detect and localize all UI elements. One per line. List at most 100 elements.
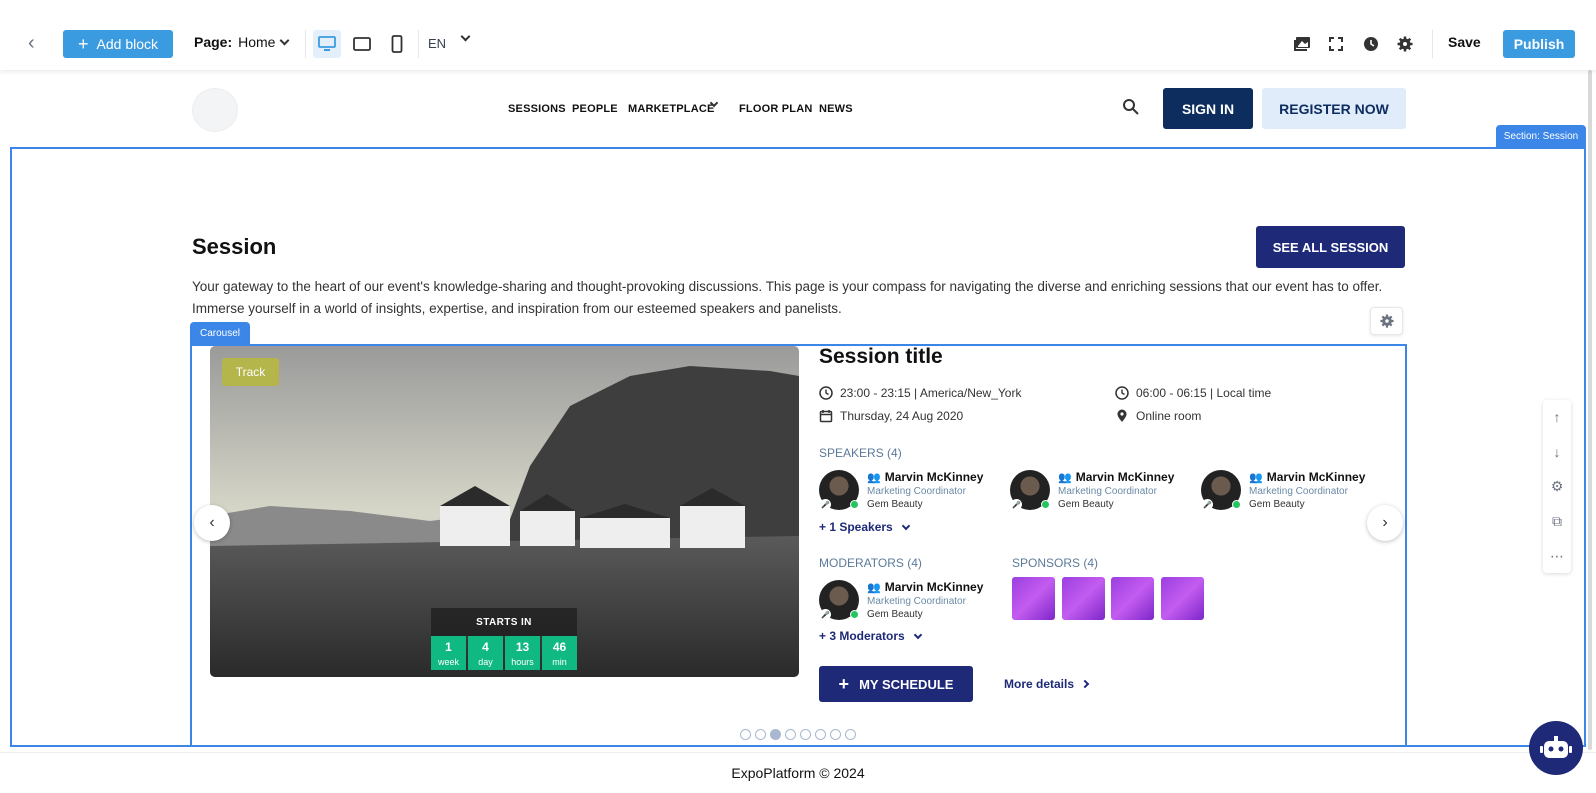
session-title[interactable]: Session title — [819, 345, 943, 369]
mic-icon: 🎤 — [1011, 499, 1022, 510]
move-up-icon[interactable]: ↑ — [1554, 410, 1561, 424]
history-icon[interactable] — [1360, 33, 1382, 55]
nav-item-people[interactable]: PEOPLE — [572, 103, 618, 115]
session-date: Thursday, 24 Aug 2020 — [819, 409, 963, 423]
chatbot-button[interactable] — [1529, 721, 1583, 775]
block-settings-button[interactable] — [1370, 307, 1403, 335]
pagination-dot[interactable] — [740, 729, 751, 740]
session-time-local: 06:00 - 06:15 | Local time — [1115, 386, 1271, 400]
plus-icon: + — [78, 34, 89, 54]
sponsor-logo[interactable] — [1062, 577, 1105, 620]
divider — [305, 30, 306, 58]
chevron-right-icon: › — [1382, 514, 1388, 531]
countdown: STARTS IN 1 week 4 day 13 hours 46 min — [431, 608, 577, 670]
chevron-down-icon[interactable] — [460, 31, 471, 42]
sponsor-logo[interactable] — [1111, 577, 1154, 620]
desktop-icon — [318, 36, 336, 51]
search-icon[interactable] — [1122, 98, 1140, 121]
speaker-card[interactable]: 🎤 👥 Marvin McKinney Marketing Coordinator… — [819, 470, 983, 510]
footer: ExpoPlatform © 2024 — [0, 752, 1596, 792]
avatar: 🎤 — [819, 470, 859, 510]
register-now-button[interactable]: REGISTER NOW — [1262, 88, 1406, 129]
more-moderators-toggle[interactable]: + 3 Moderators — [819, 629, 922, 643]
nav-item-sessions[interactable]: SESSIONS — [508, 103, 566, 115]
save-button[interactable]: Save — [1448, 34, 1481, 50]
people-icon: 👥 — [867, 471, 881, 484]
clock-icon — [1115, 386, 1129, 400]
pagination-dot[interactable] — [785, 729, 796, 740]
speaker-role: Marketing Coordinator — [1058, 486, 1157, 497]
block-side-toolbar: ↑ ↓ ⚙ ⧉ ⋯ — [1543, 400, 1571, 573]
carousel-prev-button[interactable]: ‹ — [194, 505, 230, 541]
language-selector[interactable]: EN — [428, 36, 446, 51]
pagination-dot[interactable] — [830, 729, 841, 740]
track-badge: Track — [222, 358, 279, 386]
speaker-name: Marvin McKinney — [1266, 470, 1366, 484]
location-pin-icon — [1117, 409, 1127, 422]
site-logo[interactable] — [192, 88, 238, 132]
see-all-session-button[interactable]: SEE ALL SESSION — [1256, 226, 1405, 268]
countdown-days: 4 day — [468, 636, 503, 670]
avatar: 🎤 — [819, 580, 859, 620]
media-library-icon[interactable] — [1291, 33, 1313, 55]
fullscreen-icon[interactable] — [1325, 33, 1347, 55]
more-details-link[interactable]: More details — [1004, 677, 1090, 691]
time-local-text: 06:00 - 06:15 | Local time — [1136, 386, 1272, 400]
more-details-label: More details — [1004, 677, 1075, 691]
chevron-down-icon — [901, 521, 910, 530]
sponsor-logo[interactable] — [1012, 577, 1055, 620]
pagination-dot[interactable] — [800, 729, 811, 740]
section-description: Your gateway to the heart of our event's… — [192, 279, 1383, 316]
move-down-icon[interactable]: ↓ — [1554, 445, 1561, 459]
mobile-view-button[interactable] — [383, 30, 411, 58]
more-options-icon[interactable]: ⋯ — [1550, 549, 1564, 563]
speaker-card[interactable]: 🎤 👥 Marvin McKinney Marketing Coordinator… — [1201, 470, 1365, 510]
mic-icon: 🎤 — [820, 499, 831, 510]
pagination-dot[interactable] — [755, 729, 766, 740]
plus-icon: + — [838, 673, 850, 694]
more-speakers-label: + 1 Speakers — [819, 520, 893, 534]
nav-item-floor-plan[interactable]: FLOOR PLAN — [739, 103, 813, 115]
avatar: 🎤 — [1201, 470, 1241, 510]
pagination-dot-active[interactable] — [770, 729, 781, 740]
tablet-view-button[interactable] — [348, 30, 376, 58]
sponsor-logo[interactable] — [1161, 577, 1204, 620]
my-schedule-label: MY SCHEDULE — [859, 676, 954, 692]
location-text: Online room — [1136, 409, 1202, 423]
date-text: Thursday, 24 Aug 2020 — [840, 409, 964, 423]
sign-in-button[interactable]: SIGN IN — [1163, 88, 1253, 129]
duplicate-icon[interactable]: ⧉ — [1552, 514, 1562, 528]
moderators-heading: MODERATORS (4) — [819, 556, 922, 570]
pagination-dot[interactable] — [815, 729, 826, 740]
add-block-button[interactable]: + Add block — [63, 30, 173, 58]
add-block-label: Add block — [96, 36, 158, 52]
moderator-role: Marketing Coordinator — [867, 596, 966, 607]
online-indicator — [850, 610, 859, 619]
publish-button[interactable]: Publish — [1503, 30, 1575, 58]
my-schedule-button[interactable]: + MY SCHEDULE — [819, 666, 973, 702]
nav-item-marketplace[interactable]: MARKETPLACE — [628, 103, 715, 115]
section-tag[interactable]: Section: Session — [1496, 125, 1586, 147]
scrollbar[interactable] — [1588, 70, 1592, 750]
nav-item-news[interactable]: NEWS — [819, 103, 853, 115]
online-indicator — [850, 500, 859, 509]
clock-icon — [819, 386, 833, 400]
back-icon[interactable]: ‹ — [28, 32, 44, 54]
online-indicator — [1041, 500, 1050, 509]
speaker-card[interactable]: 🎤 👥 Marvin McKinney Marketing Coordinator… — [1010, 470, 1174, 510]
more-speakers-toggle[interactable]: + 1 Speakers — [819, 520, 910, 534]
settings-gear-icon[interactable] — [1394, 33, 1416, 55]
speaker-name: Marvin McKinney — [884, 470, 984, 484]
section-title: Session — [192, 234, 277, 259]
chevron-right-icon — [1080, 679, 1090, 689]
speaker-name: Marvin McKinney — [1075, 470, 1175, 484]
page-selector[interactable]: Page: Home — [194, 34, 290, 50]
pagination-dot[interactable] — [845, 729, 856, 740]
carousel-next-button[interactable]: › — [1367, 505, 1403, 541]
countdown-weeks: 1 week — [431, 636, 466, 670]
footer-text: ExpoPlatform © 2024 — [731, 765, 865, 781]
carousel-tag[interactable]: Carousel — [190, 322, 250, 344]
moderator-card[interactable]: 🎤 👥 Marvin McKinney Marketing Coordinator… — [819, 580, 983, 620]
desktop-view-button[interactable] — [313, 30, 341, 58]
gear-icon[interactable]: ⚙ — [1551, 479, 1564, 493]
